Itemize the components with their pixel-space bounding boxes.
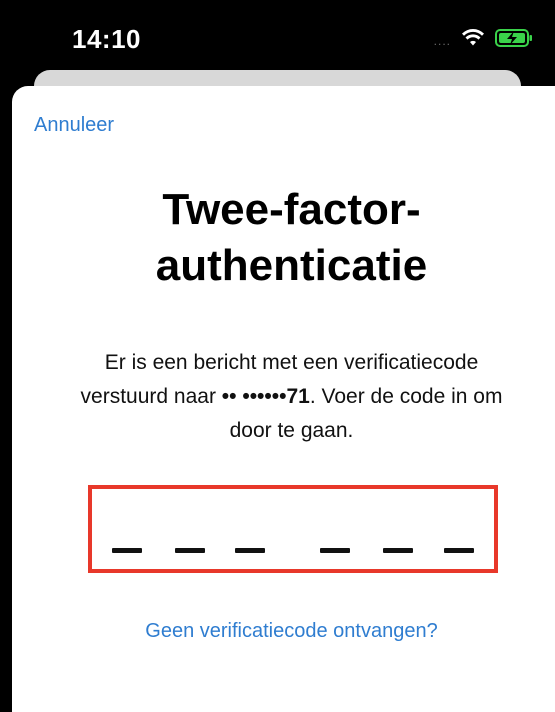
instruction-message: Er is een bericht met een verificatiecod…: [0, 346, 555, 448]
cancel-button[interactable]: Annuleer: [34, 114, 114, 137]
code-highlight-box: [88, 485, 498, 573]
phone-screen: 14:10 .... Annuleer Twee-factor- authent…: [0, 0, 555, 712]
code-digit-slot-2[interactable]: [175, 548, 205, 553]
masked-phone-number: •• ••••••71: [221, 385, 310, 408]
code-digit-slot-4[interactable]: [320, 548, 350, 553]
status-time: 14:10: [72, 24, 141, 54]
resend-code-link[interactable]: Geen verificatiecode ontvangen?: [0, 620, 555, 643]
status-icons: ....: [434, 28, 533, 48]
code-digit-slot-5[interactable]: [383, 548, 413, 553]
cellular-signal-icon: ....: [433, 34, 451, 48]
status-bar: 14:10 ....: [0, 0, 555, 80]
page-title: Twee-factor- authenticatie: [155, 185, 428, 290]
wifi-icon: [462, 29, 484, 46]
code-digit-slot-3[interactable]: [235, 548, 265, 553]
battery-charging-icon: [495, 29, 532, 47]
code-digit-slot-1[interactable]: [112, 548, 142, 553]
code-digit-slot-6[interactable]: [444, 548, 474, 553]
